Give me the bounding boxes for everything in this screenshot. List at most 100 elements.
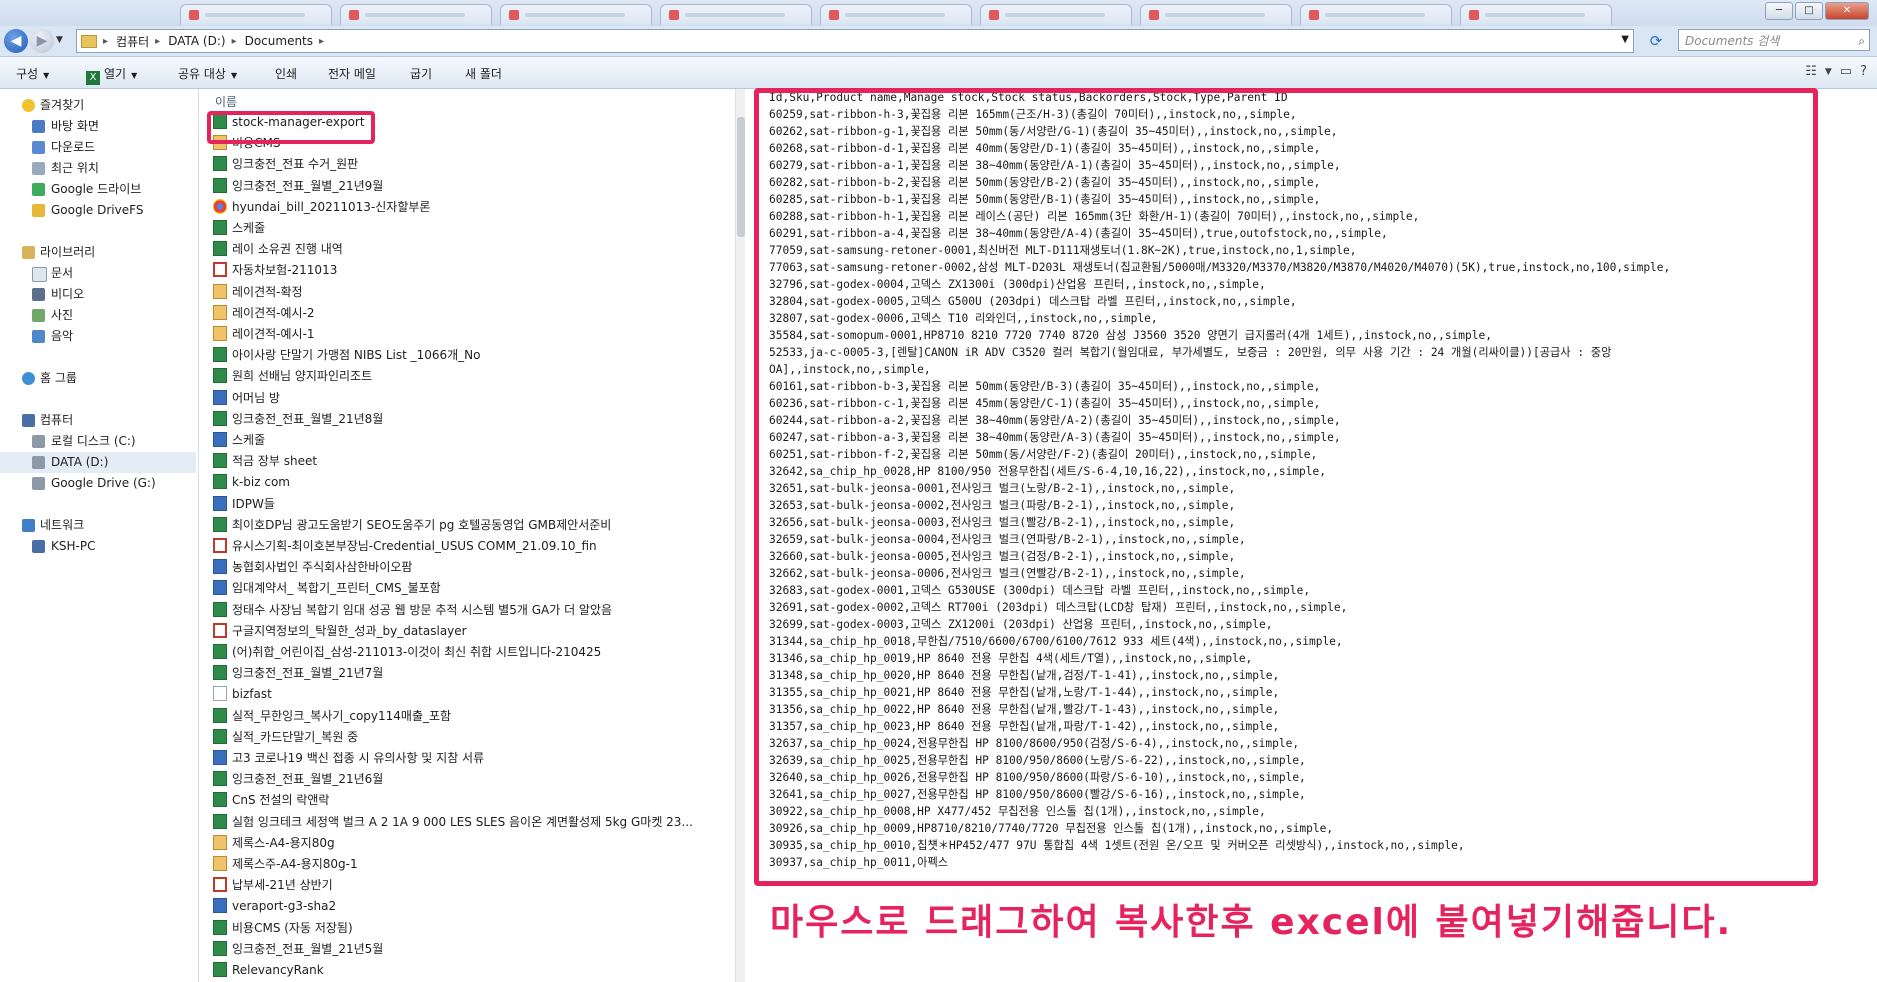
file-item[interactable]: 잉크충전_전표_월별_21년8월 — [213, 409, 733, 430]
recent-pages-dropdown[interactable]: ▼ — [56, 35, 63, 45]
nav-ksh-pc[interactable]: KSH-PC — [0, 536, 196, 557]
nav-network[interactable]: 네트워크 — [0, 515, 196, 536]
nav-data-d[interactable]: DATA (D:) — [0, 452, 196, 473]
file-item[interactable]: 잉크충전_전표 수거_원판 — [213, 154, 733, 175]
view-options-icon[interactable]: ☷ — [1805, 64, 1817, 80]
nav-homegroup[interactable]: 홈 그룹 — [0, 368, 196, 389]
nav-libraries[interactable]: 라이브러리 — [0, 242, 196, 263]
nav-music[interactable]: 음악 — [0, 326, 196, 347]
file-name: 임대계약서_ 복합기_프린터_CMS_불포함 — [232, 581, 441, 596]
file-item[interactable]: k-biz com — [213, 472, 733, 493]
file-name: 실적_카드단말기_복원 중 — [232, 729, 359, 744]
file-item[interactable]: 스케줄 — [213, 430, 733, 451]
file-item[interactable]: hyundai_bill_20211013-신자할부론 — [213, 197, 733, 218]
file-item[interactable]: 비용CMS (자동 저장됨) — [213, 918, 733, 939]
file-item[interactable]: 고3 코로나19 백신 접종 시 유의사항 및 지참 서류 — [213, 748, 733, 769]
file-item[interactable]: bizfast — [213, 684, 733, 705]
file-item[interactable]: 농협회사법인 주식회사삼한바이오팜 — [213, 557, 733, 578]
file-item[interactable]: 납부세-21년 상반기 — [213, 875, 733, 896]
file-list-scrollbar[interactable] — [735, 89, 745, 982]
breadcrumb-documents[interactable]: Documents — [245, 34, 313, 48]
address-dropdown-icon[interactable]: ▼ — [1621, 34, 1629, 45]
view-dropdown-icon[interactable]: ▼ — [1825, 64, 1832, 80]
file-item[interactable]: CnS 전설의 락앤락 — [213, 790, 733, 811]
share-menu[interactable]: 공유 대상 ▼ — [178, 65, 237, 82]
file-item[interactable]: 실적_카드단말기_복원 중 — [213, 727, 733, 748]
refresh-icon[interactable]: ⟳ — [1646, 31, 1666, 51]
file-item[interactable]: (어)취합_어린이집_삼성-211013-이것이 최신 취합 시트입니다-210… — [213, 642, 733, 663]
column-header-name[interactable]: 이름 — [215, 93, 237, 110]
burn-button[interactable]: 굽기 — [410, 65, 432, 82]
excel-icon — [213, 474, 227, 490]
file-item[interactable]: 제록스주-A4-용지80g-1 — [213, 854, 733, 875]
file-item[interactable]: 레이견적-예시-2 — [213, 303, 733, 324]
open-label: 열기 — [104, 67, 127, 81]
maximize-button[interactable]: □ — [1795, 2, 1823, 20]
background-tab — [1140, 4, 1292, 25]
file-name: 어머님 방 — [232, 390, 280, 405]
file-item[interactable]: 레이 소유권 진행 내역 — [213, 239, 733, 260]
help-icon[interactable]: ? — [1860, 64, 1867, 80]
file-item[interactable]: 실적_무한잉크_복사기_copy114매출_포함 — [213, 706, 733, 727]
breadcrumb-separator[interactable]: ▸ — [232, 36, 237, 47]
file-item[interactable]: 잉크충전_전표_월별_21년5월 — [213, 939, 733, 960]
file-item[interactable]: 아이사랑 단말기 가맹점 NIBS List _1066개_No — [213, 345, 733, 366]
file-item[interactable]: 잉크충전_전표_월별_21년9월 — [213, 176, 733, 197]
file-item[interactable]: 잉크충전_전표_월별_21년7월 — [213, 663, 733, 684]
breadcrumb-computer[interactable]: 컴퓨터 — [116, 33, 149, 50]
file-item[interactable]: 실험 잉크테크 세정액 벌크 A 2 1A 9 000 LES SLES 음이온… — [213, 812, 733, 833]
email-button[interactable]: 전자 메일 — [328, 65, 376, 82]
file-item[interactable]: 유시스기획-최이호본부장님-Credential_USUS COMM_21.09… — [213, 536, 733, 557]
file-item[interactable]: 레이견적-예시-1 — [213, 324, 733, 345]
file-item[interactable]: RelevancyRank — [213, 960, 733, 981]
file-item[interactable]: veraport-g3-sha2 — [213, 896, 733, 917]
nav-downloads[interactable]: 다운로드 — [0, 137, 196, 158]
google-drivefs-icon — [32, 204, 45, 217]
print-button[interactable]: 인쇄 — [275, 65, 297, 82]
breadcrumb-drive[interactable]: DATA (D:) — [168, 34, 225, 48]
file-item[interactable]: 제록스-A4-용지80g — [213, 833, 733, 854]
file-item[interactable]: 레이견적-확정 — [213, 282, 733, 303]
breadcrumb-separator[interactable]: ▸ — [319, 36, 324, 47]
file-item[interactable]: 자동차보험-211013 — [213, 260, 733, 281]
file-item[interactable]: 어머님 방 — [213, 388, 733, 409]
nav-recent[interactable]: 최근 위치 — [0, 158, 196, 179]
file-item[interactable]: 구글지역정보의_탁월한_성과_by_dataslayer — [213, 621, 733, 642]
file-item[interactable]: IDPW들 — [213, 494, 733, 515]
nav-documents[interactable]: 문서 — [0, 263, 196, 284]
file-name: 레이견적-확정 — [232, 284, 303, 299]
nav-computer[interactable]: 컴퓨터 — [0, 410, 196, 431]
file-item[interactable]: 임대계약서_ 복합기_프린터_CMS_불포함 — [213, 578, 733, 599]
scrollbar-thumb[interactable] — [737, 117, 745, 237]
minimize-button[interactable]: ─ — [1765, 2, 1793, 20]
excel-icon — [213, 177, 227, 193]
file-item[interactable]: 적금 장부 sheet — [213, 451, 733, 472]
nav-google-drivefs[interactable]: Google DriveFS — [0, 200, 196, 221]
breadcrumb-separator[interactable]: ▸ — [103, 36, 108, 47]
nav-local-disk-c[interactable]: 로컬 디스크 (C:) — [0, 431, 196, 452]
search-icon[interactable]: ⌕ — [1858, 30, 1865, 52]
preview-pane-icon[interactable]: ▭ — [1840, 64, 1852, 80]
document-icon — [32, 267, 47, 282]
nav-desktop[interactable]: 바탕 화면 — [0, 116, 196, 137]
forward-button[interactable]: ▶ — [30, 29, 54, 53]
file-item[interactable]: 원희 선배님 양지파인리조트 — [213, 366, 733, 387]
close-button[interactable]: ✕ — [1825, 2, 1869, 20]
excel-icon — [213, 241, 227, 257]
nav-google-drive[interactable]: Google 드라이브 — [0, 179, 196, 200]
nav-google-drive-g[interactable]: Google Drive (G:) — [0, 473, 196, 494]
file-item[interactable]: 최이호DP님 광고도움받기 SEO도움주기 pg 호텔공동영업 GMB제안서준비 — [213, 515, 733, 536]
search-input[interactable]: Documents 검색 ⌕ — [1678, 29, 1870, 51]
nav-videos[interactable]: 비디오 — [0, 284, 196, 305]
nav-pictures[interactable]: 사진 — [0, 305, 196, 326]
nav-favorites[interactable]: 즐겨찾기 — [0, 95, 196, 116]
organize-menu[interactable]: 구성 ▼ — [16, 65, 49, 82]
file-item[interactable]: 정태수 사장님 복합기 임대 성공 웹 방문 추적 시스템 별5개 GA가 더 … — [213, 600, 733, 621]
file-item[interactable]: 잉크충전_전표_월별_21년6월 — [213, 769, 733, 790]
open-button[interactable]: X 열기 ▼ — [86, 65, 137, 85]
address-bar[interactable]: ▸ 컴퓨터 ▸ DATA (D:) ▸ Documents ▸ ▼ — [76, 29, 1634, 53]
file-item[interactable]: 스케줄 — [213, 218, 733, 239]
back-button[interactable]: ◀ — [4, 29, 28, 53]
breadcrumb-separator[interactable]: ▸ — [155, 36, 160, 47]
new-folder-button[interactable]: 새 폴더 — [465, 65, 502, 82]
